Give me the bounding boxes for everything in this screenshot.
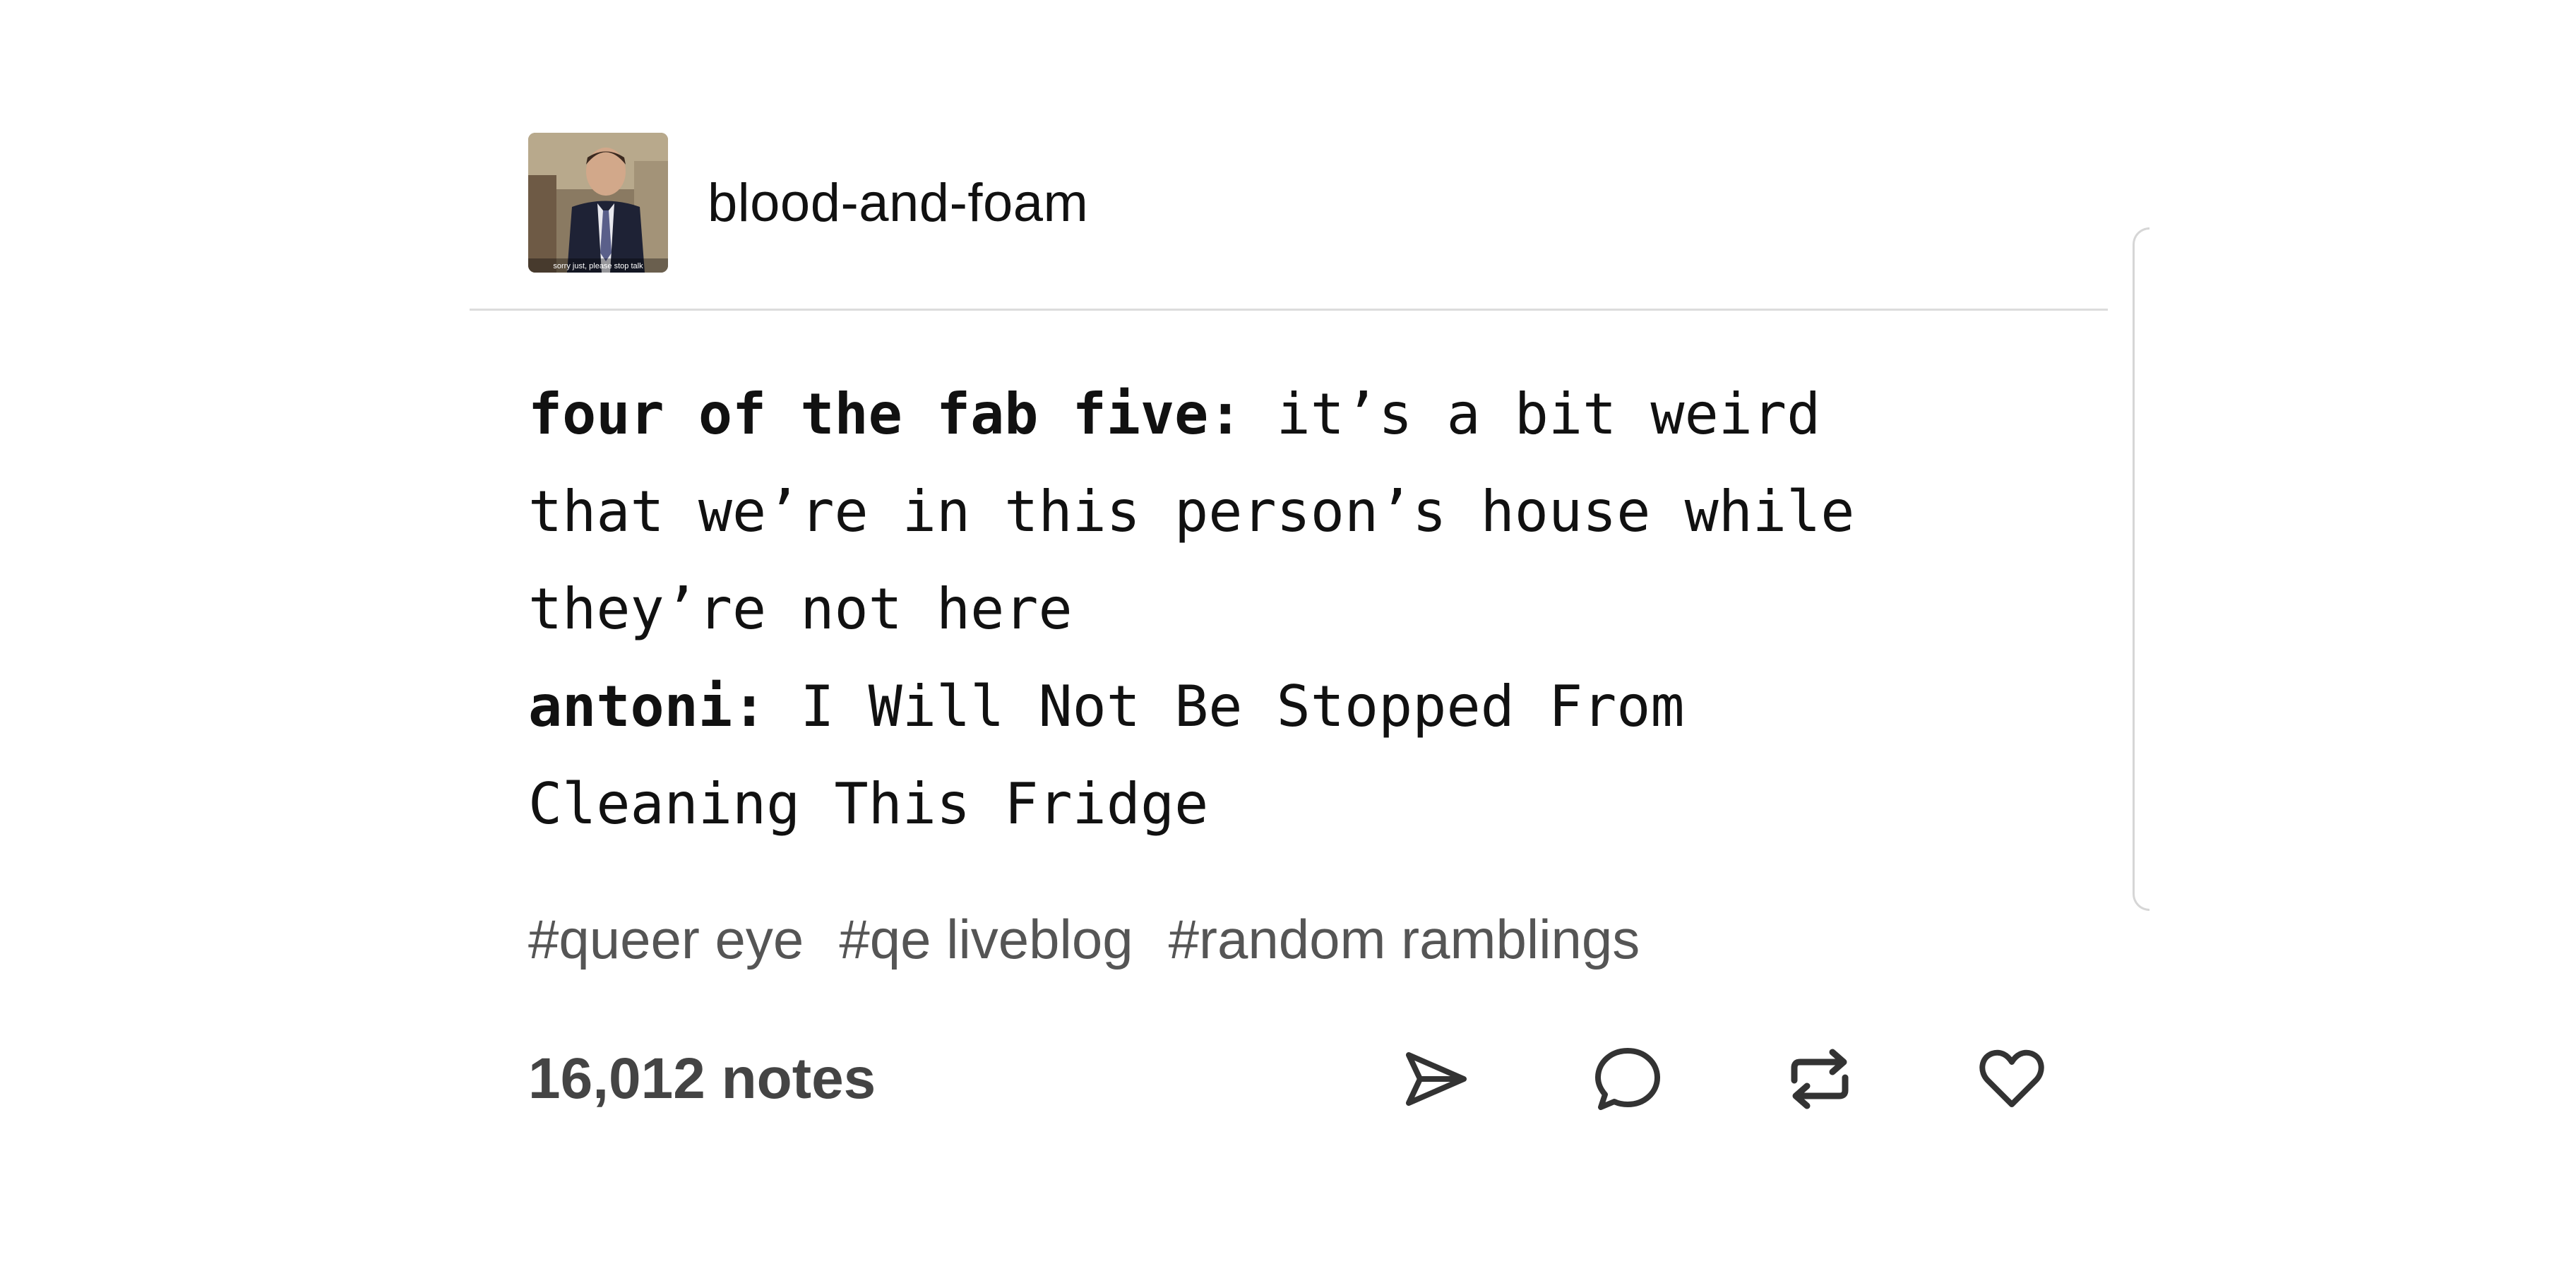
dialogue-text: it’s a bit weird [1276, 381, 1821, 447]
tag-link[interactable]: #queer eye [528, 907, 804, 972]
avatar-caption: sorry just, please stop talk [553, 262, 643, 270]
tumblr-post: sorry just, please stop talk blood-and-f… [470, 0, 2108, 1288]
dialogue-line: four of the fab five: it’s a bit weird [528, 366, 2046, 463]
speaker-label: antoni: [528, 674, 767, 739]
dialogue-line: that we’re in this person’s house while [528, 479, 1855, 544]
post-footer: 16,012 notes [528, 1037, 2053, 1121]
share-button[interactable] [1397, 1040, 1474, 1118]
dialogue-line: they’re not here [528, 576, 1073, 642]
post-body: four of the fab five: it’s a bit weird t… [528, 366, 2046, 853]
tag-list: #queer eye #qe liveblog #random rambling… [528, 907, 1640, 972]
avatar[interactable]: sorry just, please stop talk [528, 133, 668, 273]
side-panel-edge [2133, 227, 2149, 911]
heart-icon [1979, 1049, 2044, 1107]
header-divider [470, 309, 2108, 311]
post-actions [1397, 1040, 2051, 1118]
reblog-button[interactable] [1781, 1040, 1859, 1118]
notes-count[interactable]: 16,012 notes [528, 1046, 876, 1112]
speaker-label: four of the fab five: [528, 381, 1243, 447]
comment-icon [1595, 1048, 1660, 1110]
dialogue-line: Cleaning This Fridge [528, 771, 1209, 837]
reblog-icon [1791, 1049, 1849, 1109]
like-button[interactable] [1973, 1040, 2051, 1118]
blog-name[interactable]: blood-and-foam [708, 172, 1088, 234]
dialogue-text: I Will Not Be Stopped From [800, 674, 1685, 739]
avatar-image: sorry just, please stop talk [528, 133, 668, 273]
post-header: sorry just, please stop talk blood-and-f… [528, 133, 1088, 273]
send-icon [1406, 1052, 1467, 1106]
tag-link[interactable]: #qe liveblog [839, 907, 1133, 972]
tag-link[interactable]: #random ramblings [1169, 907, 1640, 972]
dialogue-line: antoni: I Will Not Be Stopped From [528, 658, 2046, 756]
reply-button[interactable] [1589, 1040, 1666, 1118]
